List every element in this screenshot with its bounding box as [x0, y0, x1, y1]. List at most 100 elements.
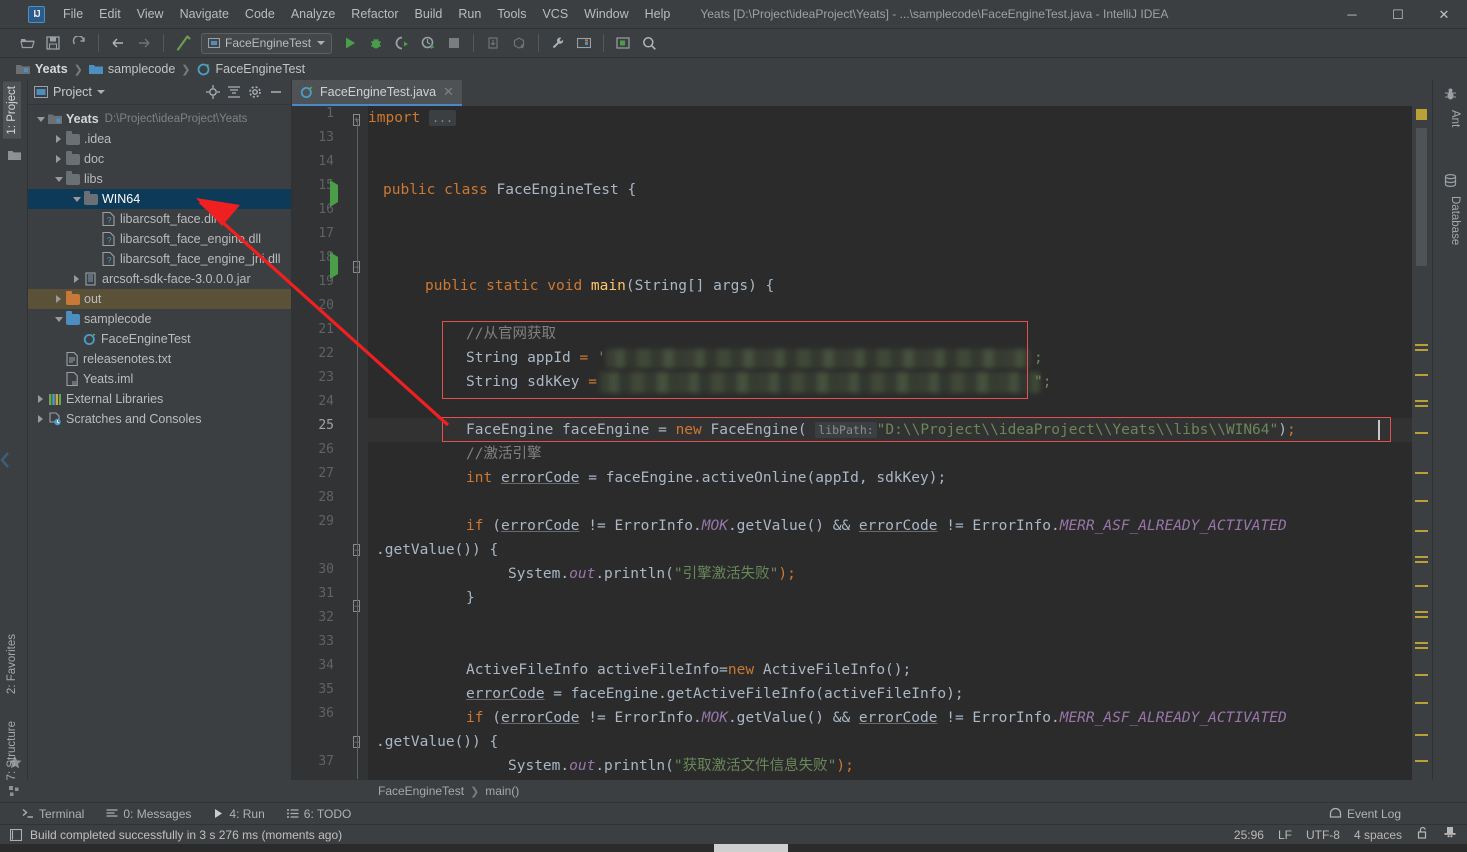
tool-window-todo[interactable]: 6: TODO	[286, 807, 351, 821]
tree-item-arcsoft-sdk-jar[interactable]: arcsoft-sdk-face-3.0.0.0.jar	[28, 269, 291, 289]
tool-window-terminal[interactable]: Terminal	[22, 807, 84, 821]
run-configuration-selector[interactable]: FaceEngineTest	[201, 32, 333, 54]
file-encoding[interactable]: UTF-8	[1306, 828, 1340, 842]
tree-item-libs[interactable]: libs	[28, 169, 291, 189]
menu-view[interactable]: View	[129, 0, 172, 29]
tree-item-samplecode[interactable]: samplecode	[28, 309, 291, 329]
structure-view-icon[interactable]	[0, 785, 28, 797]
tree-item-win64[interactable]: WIN64	[28, 189, 291, 209]
code-keyword-public: public	[425, 278, 478, 294]
sidebar-tab-project[interactable]: 1: Project	[3, 82, 21, 139]
tree-item-out[interactable]: out	[28, 289, 291, 309]
line-number: 21	[318, 322, 334, 337]
expand-toggle-icon[interactable]	[34, 109, 47, 129]
menu-file[interactable]: File	[55, 0, 91, 29]
profile-icon[interactable]	[417, 32, 439, 54]
bottom-breadcrumb-method[interactable]: main()	[485, 784, 519, 798]
messages-icon	[106, 808, 118, 819]
tree-item-libarcsoft-face-engine-jni-dll[interactable]: ? libarcsoft_face_engine_jni.dll	[28, 249, 291, 269]
locate-icon[interactable]	[204, 83, 222, 101]
minimize-button[interactable]: ─	[1329, 0, 1375, 29]
tree-item-libarcsoft-face-dll[interactable]: ? libarcsoft_face.dll	[28, 209, 291, 229]
tree-item-external-libraries[interactable]: External Libraries	[28, 389, 291, 409]
editor-gutter[interactable]: 1 13 14 15 16 17 18 19 20 21 22 23 24 25…	[292, 106, 368, 780]
run-icon[interactable]	[339, 32, 361, 54]
expand-toggle-icon[interactable]	[34, 389, 47, 409]
tree-item-libarcsoft-face-engine-dll[interactable]: ? libarcsoft_face_engine.dll	[28, 229, 291, 249]
collapse-all-icon[interactable]	[225, 83, 243, 101]
chevron-down-icon[interactable]	[317, 41, 326, 45]
menu-run[interactable]: Run	[450, 0, 489, 29]
tree-item-releasenotes[interactable]: releasenotes.txt	[28, 349, 291, 369]
tool-window-messages[interactable]: 0: Messages	[106, 807, 191, 821]
expand-toggle-icon[interactable]	[52, 309, 65, 329]
settings-wrench-icon[interactable]	[547, 32, 569, 54]
indent-setting[interactable]: 4 spaces	[1354, 828, 1402, 842]
text-caret	[1378, 420, 1380, 440]
tree-item-doc[interactable]: doc	[28, 149, 291, 169]
search-icon[interactable]	[638, 32, 660, 54]
bottom-breadcrumb-class[interactable]: FaceEngineTest	[378, 784, 464, 798]
caret-position[interactable]: 25:96	[1234, 828, 1264, 842]
menu-analyze[interactable]: Analyze	[283, 0, 343, 29]
run-with-coverage-icon[interactable]	[391, 32, 413, 54]
menu-tools[interactable]: Tools	[489, 0, 534, 29]
expand-toggle-icon[interactable]	[70, 269, 83, 289]
line-separator[interactable]: LF	[1278, 828, 1292, 842]
menu-edit[interactable]: Edit	[91, 0, 129, 29]
maximize-button[interactable]: ☐	[1375, 0, 1421, 29]
expand-toggle-icon[interactable]	[52, 169, 65, 189]
select-opened-file-icon[interactable]	[612, 32, 634, 54]
tree-item-yeats-iml[interactable]: Yeats.iml	[28, 369, 291, 389]
breadcrumb-item-class[interactable]: FaceEngineTest	[197, 62, 305, 76]
menu-help[interactable]: Help	[637, 0, 679, 29]
menu-code[interactable]: Code	[237, 0, 283, 29]
tree-item-idea[interactable]: .idea	[28, 129, 291, 149]
tab-faceenginetest-java[interactable]: FaceEngineTest.java ✕	[292, 80, 462, 106]
debug-icon[interactable]	[365, 32, 387, 54]
run-method-gutter-icon[interactable]	[330, 252, 338, 279]
expand-toggle-icon[interactable]	[70, 189, 83, 209]
menu-refactor[interactable]: Refactor	[343, 0, 406, 29]
close-icon[interactable]: ✕	[443, 84, 454, 100]
tree-item-scratches-and-consoles[interactable]: Scratches and Consoles	[28, 409, 291, 429]
expand-toggle-icon[interactable]	[34, 409, 47, 429]
menu-navigate[interactable]: Navigate	[172, 0, 237, 29]
chevron-down-icon[interactable]	[96, 90, 105, 94]
close-button[interactable]: ✕	[1421, 0, 1467, 29]
sync-refresh-icon[interactable]	[68, 32, 90, 54]
code-editor[interactable]: 1 13 14 15 16 17 18 19 20 21 22 23 24 25…	[292, 106, 1432, 780]
save-icon[interactable]	[42, 32, 64, 54]
editor-scrollbar-thumb[interactable]	[1416, 128, 1427, 266]
breadcrumb-item-samplecode[interactable]: samplecode	[88, 62, 175, 76]
menu-build[interactable]: Build	[407, 0, 451, 29]
run-class-gutter-icon[interactable]	[330, 180, 338, 207]
hide-panel-icon[interactable]	[267, 83, 285, 101]
forward-arrow-icon[interactable]	[133, 32, 155, 54]
sidebar-tab-ant[interactable]: Ant	[1446, 106, 1464, 131]
breadcrumb-item-project[interactable]: Yeats	[16, 62, 68, 76]
expand-toggle-icon[interactable]	[52, 129, 65, 149]
unlocked-icon[interactable]	[1416, 826, 1429, 844]
tool-window-run[interactable]: 4: Run	[213, 807, 265, 821]
menu-window[interactable]: Window	[576, 0, 636, 29]
project-structure-icon[interactable]	[573, 32, 595, 54]
expand-toggle-icon[interactable]	[52, 149, 65, 169]
code-folded-imports[interactable]: ...	[429, 110, 456, 126]
build-hammer-icon[interactable]	[172, 32, 194, 54]
sidebar-tab-database[interactable]: Database	[1446, 192, 1464, 249]
settings-gear-icon[interactable]	[246, 83, 264, 101]
tree-item-yeats[interactable]: Yeats D:\Project\ideaProject\Yeats	[28, 109, 291, 129]
event-log-button[interactable]: Event Log	[1329, 807, 1401, 821]
editor-marker-bar[interactable]	[1412, 106, 1432, 780]
sidebar-tab-structure[interactable]: 7: Structure	[3, 717, 21, 784]
tree-item-faceenginetest[interactable]: FaceEngineTest	[28, 329, 291, 349]
back-arrow-icon[interactable]	[107, 32, 129, 54]
code-text[interactable]: import ... public class FaceEngineTest {…	[368, 106, 1432, 780]
sidebar-tab-favorites[interactable]: 2: Favorites	[3, 630, 21, 698]
menu-vcs[interactable]: VCS	[534, 0, 576, 29]
open-folder-icon[interactable]	[16, 32, 38, 54]
inspector-hat-icon[interactable]	[1443, 826, 1457, 844]
inspection-status-icon[interactable]	[1416, 109, 1427, 120]
expand-toggle-icon[interactable]	[52, 289, 65, 309]
